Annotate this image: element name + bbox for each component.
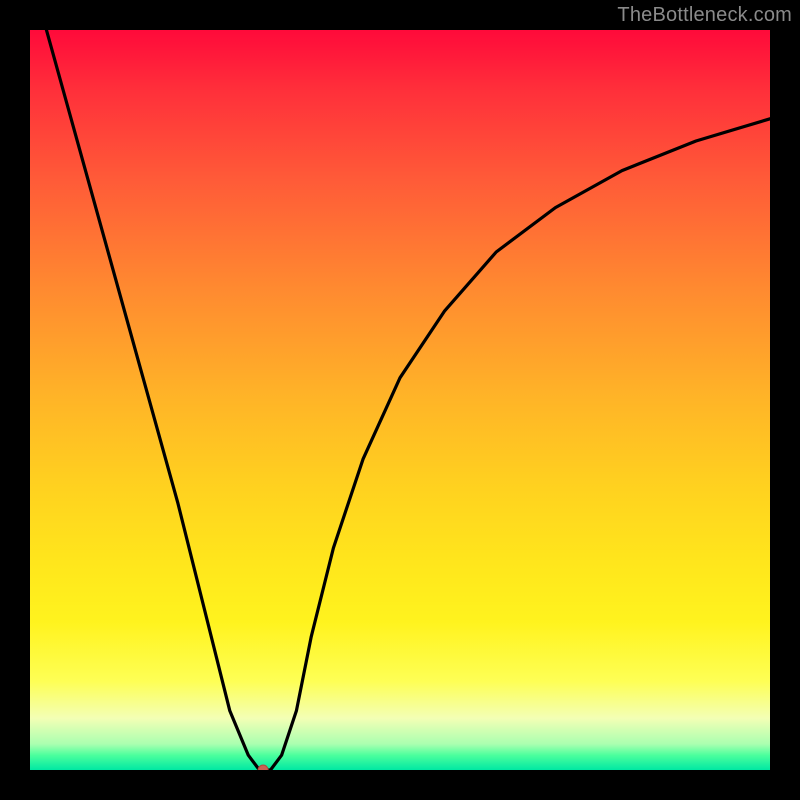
chart-frame: TheBottleneck.com (0, 0, 800, 800)
watermark-text: TheBottleneck.com (617, 4, 792, 27)
bottleneck-curve (30, 30, 770, 770)
chart-plot-area (30, 30, 770, 770)
